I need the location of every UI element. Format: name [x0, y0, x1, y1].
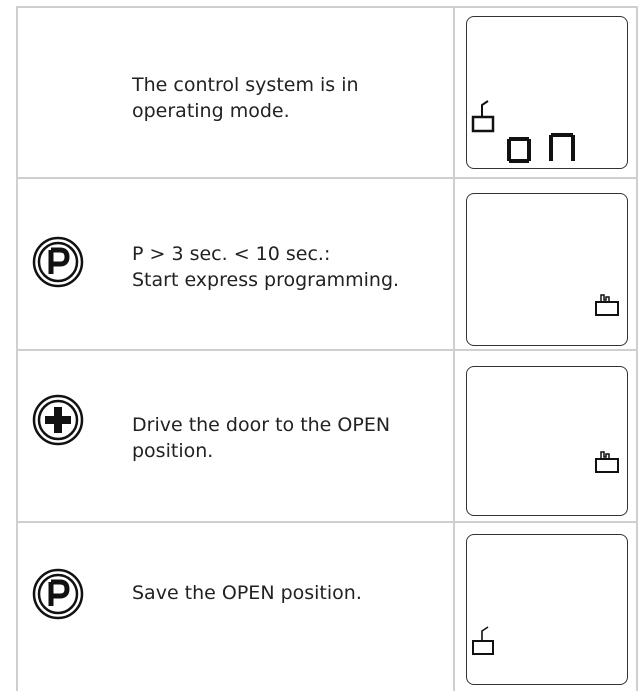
instruction-row: Save the OPEN position. — [16, 522, 638, 691]
step-text: Drive the door to the OPEN position. — [132, 412, 390, 464]
instruction-row: P > 3 sec. < 10 sec.: Start express prog… — [16, 178, 638, 349]
display-panel: on — [466, 16, 628, 169]
p-button-icon — [32, 236, 84, 288]
seven-segment-display — [507, 133, 575, 163]
step-text-line: Save the OPEN position. — [132, 582, 362, 604]
display-panel — [466, 193, 628, 346]
door-hand-icon — [595, 451, 619, 473]
display-panel — [466, 534, 628, 685]
step-text: The control system is in operating mode. — [132, 72, 359, 124]
instruction-row: Drive the door to the OPEN position. — [16, 350, 638, 521]
plus-button-icon — [32, 394, 84, 446]
step-text-line: position. — [132, 440, 214, 462]
step-text: P > 3 sec. < 10 sec.: Start express prog… — [132, 241, 399, 293]
step-text-line: The control system is in — [132, 74, 359, 96]
door-hand-icon — [595, 294, 619, 316]
step-text-line: P > 3 sec. < 10 sec.: — [132, 243, 331, 265]
display-panel — [466, 366, 628, 516]
step-text-line: Start express programming. — [132, 269, 400, 291]
p-button-icon — [32, 568, 84, 620]
door-limit-open-icon — [471, 100, 495, 133]
step-text-line: Drive the door to the OPEN — [132, 414, 391, 436]
instruction-row: The control system is in operating mode. — [16, 6, 638, 177]
instruction-table: The control system is in operating mode. — [16, 6, 638, 691]
step-text-line: operating mode. — [132, 100, 290, 122]
door-limit-open-icon — [472, 626, 494, 655]
step-text: Save the OPEN position. — [132, 580, 362, 606]
